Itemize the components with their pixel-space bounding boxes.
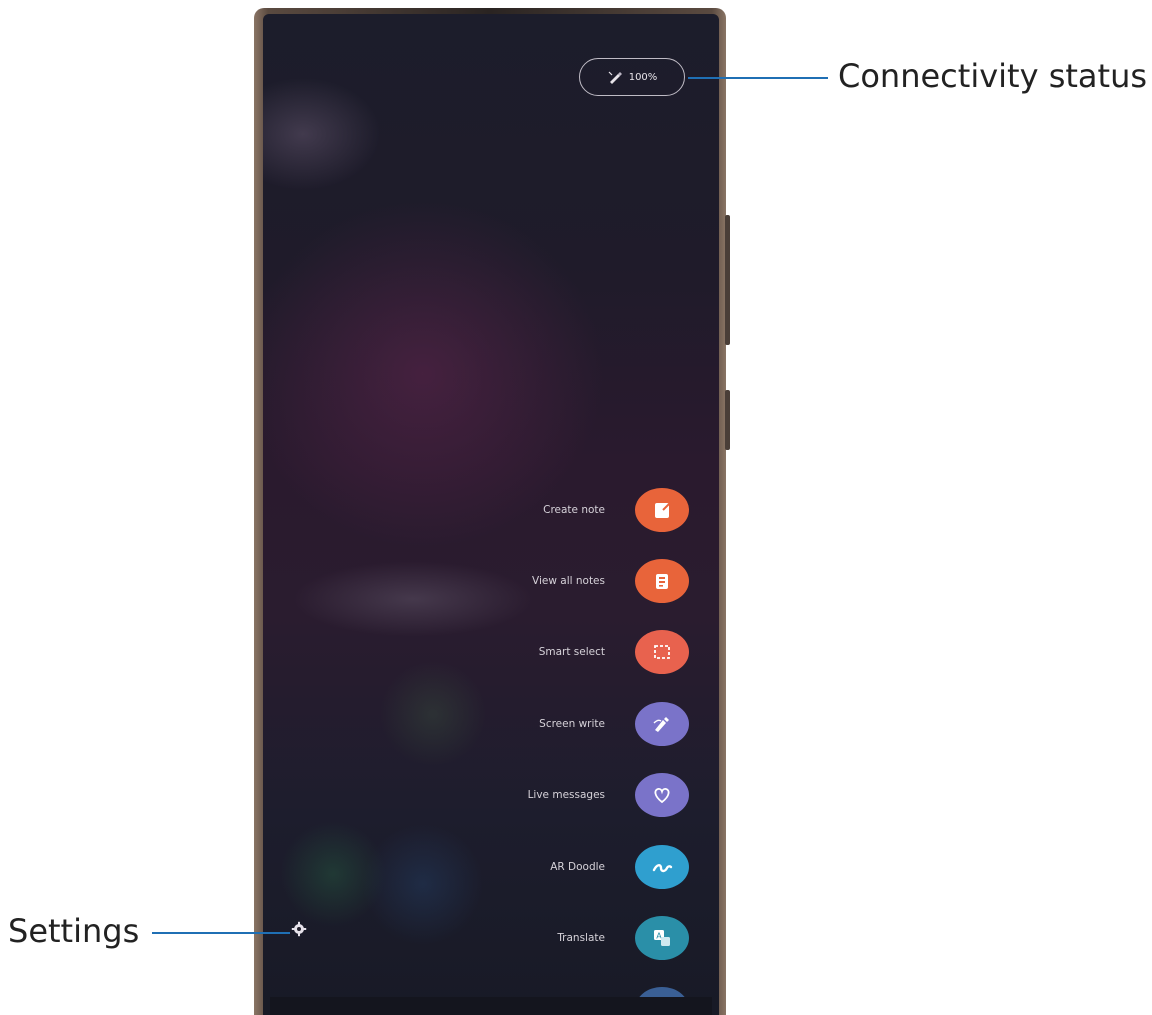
menu-item-smart-select[interactable]: Smart select bbox=[263, 630, 689, 674]
connectivity-status-pill[interactable]: 100% bbox=[579, 58, 685, 96]
gear-icon bbox=[291, 921, 307, 937]
ar-doodle-icon[interactable] bbox=[635, 845, 689, 889]
menu-item-view-all-notes[interactable]: View all notes bbox=[263, 559, 689, 603]
menu-label: Smart select bbox=[538, 646, 605, 658]
menu-label: Create note bbox=[543, 504, 605, 516]
screen-write-icon[interactable] bbox=[635, 702, 689, 746]
create-note-icon[interactable] bbox=[635, 488, 689, 532]
menu-item-screen-write[interactable]: Screen write bbox=[263, 702, 689, 746]
menu-label: AR Doodle bbox=[550, 861, 605, 873]
menu-label: View all notes bbox=[532, 575, 605, 587]
live-messages-icon[interactable] bbox=[635, 773, 689, 817]
menu-label: Screen write bbox=[539, 718, 605, 730]
settings-callout-line bbox=[152, 932, 290, 934]
power-button bbox=[725, 390, 730, 450]
settings-callout: Settings bbox=[8, 912, 140, 950]
connectivity-callout-line bbox=[688, 77, 828, 79]
menu-item-ar-doodle[interactable]: AR Doodle bbox=[263, 845, 689, 889]
menu-item-live-messages[interactable]: Live messages bbox=[263, 773, 689, 817]
battery-level: 100% bbox=[628, 71, 658, 83]
view-all-notes-icon[interactable] bbox=[635, 559, 689, 603]
menu-item-create-note[interactable]: Create note bbox=[263, 488, 689, 532]
connectivity-status-callout: Connectivity status bbox=[838, 57, 1148, 95]
menu-item-translate[interactable]: Translate A bbox=[263, 916, 689, 960]
menu-label: Translate bbox=[557, 932, 605, 944]
volume-button bbox=[725, 215, 730, 345]
translate-icon[interactable]: A bbox=[635, 916, 689, 960]
menu-label: Live messages bbox=[527, 789, 605, 801]
smart-select-icon[interactable] bbox=[635, 630, 689, 674]
navigation-area bbox=[270, 997, 712, 1015]
pen-icon bbox=[608, 71, 622, 84]
air-command-screen: 100% Create note View all notes Smart se… bbox=[263, 14, 719, 1015]
settings-button[interactable] bbox=[289, 919, 309, 939]
